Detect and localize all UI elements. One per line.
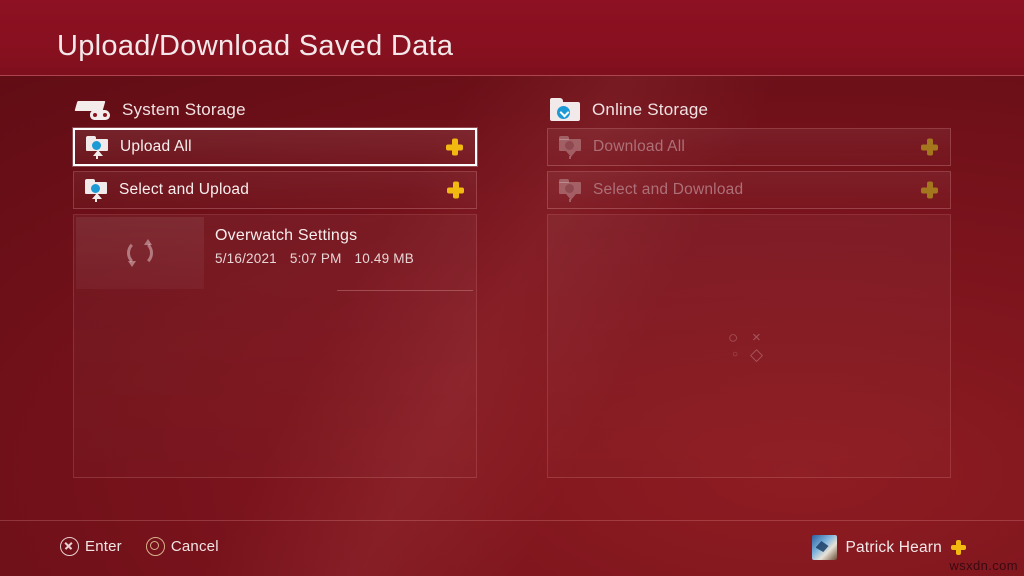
ps-plus-icon (921, 181, 938, 199)
footer-bar: Enter Cancel Patrick Hearn (0, 520, 1024, 576)
list-item[interactable]: Overwatch Settings 5/16/2021 5:07 PM 10.… (74, 215, 476, 291)
upload-all-row[interactable]: Upload All (73, 128, 477, 166)
avatar (811, 535, 837, 560)
ps-plus-icon (447, 181, 464, 199)
select-and-download-row[interactable]: Select and Download (547, 171, 951, 209)
download-all-row[interactable]: Download All (547, 128, 951, 166)
playstation-saved-data-screen: Upload/Download Saved Data System Storag… (0, 0, 1024, 576)
playstation-buttons-watermark-icon: ○ × ○ ◇ (726, 326, 772, 366)
upload-folder-icon (84, 177, 110, 203)
system-storage-label: System Storage (122, 100, 246, 119)
page-title: Upload/Download Saved Data (57, 30, 454, 62)
select-and-download-label: Select and Download (593, 181, 744, 198)
online-storage-header: Online Storage (547, 92, 951, 128)
user-name: Patrick Hearn (845, 538, 942, 556)
save-meta: 5/16/2021 5:07 PM 10.49 MB (215, 251, 476, 266)
circle-glyph-icon: ○ (728, 328, 739, 347)
select-and-upload-label: Select and Upload (119, 181, 250, 198)
sync-icon (127, 239, 153, 267)
upload-all-label: Upload All (120, 138, 192, 155)
cross-glyph-icon: × (752, 329, 761, 346)
console-icon (74, 99, 110, 121)
download-folder-icon (558, 177, 584, 203)
user-profile[interactable]: Patrick Hearn (811, 535, 966, 560)
ps-plus-icon (446, 138, 463, 156)
download-folder-icon (558, 134, 584, 160)
online-storage-panel: Online Storage Download All Select and D… (547, 92, 951, 478)
site-watermark: wsxdn.com (949, 558, 1018, 573)
select-and-upload-row[interactable]: Select and Upload (73, 171, 477, 209)
enter-hint[interactable]: Enter (60, 537, 122, 556)
online-storage-save-list[interactable]: ○ × ○ ◇ (547, 214, 951, 478)
page-header: Upload/Download Saved Data (0, 0, 1024, 76)
download-all-label: Download All (593, 138, 686, 155)
save-info: Overwatch Settings 5/16/2021 5:07 PM 10.… (204, 215, 476, 291)
dot-glyph-icon: ○ (732, 349, 739, 360)
enter-hint-label: Enter (85, 538, 122, 555)
save-title: Overwatch Settings (215, 227, 358, 244)
list-divider (337, 290, 473, 291)
cancel-hint[interactable]: Cancel (145, 537, 219, 556)
system-storage-panel: System Storage Upload All Select and Upl… (73, 92, 477, 478)
button-hints: Enter Cancel (60, 537, 219, 556)
save-time: 5:07 PM (289, 251, 342, 266)
save-thumbnail (76, 217, 204, 289)
folder-download-icon (550, 98, 580, 122)
online-storage-label: Online Storage (592, 100, 709, 119)
circle-button-icon (145, 537, 165, 556)
diamond-glyph-icon: ◇ (750, 345, 764, 364)
cross-button-icon (60, 537, 79, 556)
ps-plus-icon (951, 540, 966, 555)
system-storage-save-list[interactable]: Overwatch Settings 5/16/2021 5:07 PM 10.… (73, 214, 477, 478)
ps-plus-icon (921, 138, 938, 156)
cancel-hint-label: Cancel (170, 538, 219, 555)
system-storage-header: System Storage (73, 92, 477, 128)
upload-folder-icon (85, 134, 111, 160)
save-size: 10.49 MB (354, 251, 414, 266)
save-date: 5/16/2021 (215, 251, 277, 266)
